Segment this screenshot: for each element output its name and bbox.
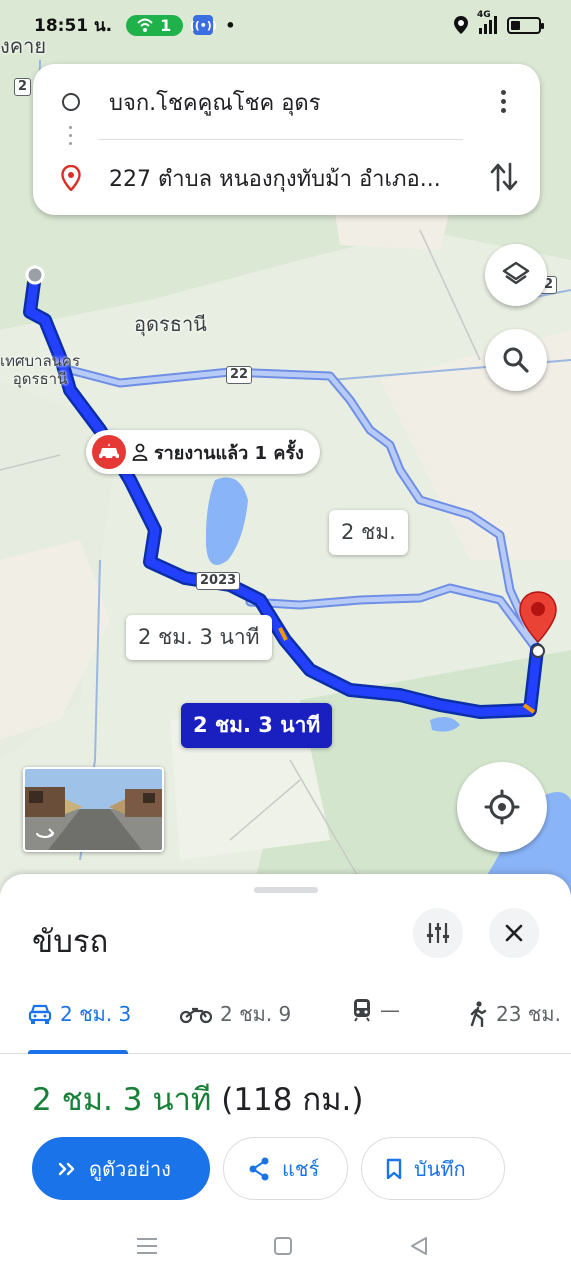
preview-button[interactable]: ดูตัวอย่าง	[32, 1137, 210, 1200]
origin-circle-icon	[62, 93, 80, 111]
active-tab-indicator	[28, 1050, 128, 1054]
close-button[interactable]	[489, 908, 539, 958]
road-shield-2023: 2023	[196, 572, 241, 590]
walking-icon	[470, 1001, 487, 1027]
swap-icon[interactable]	[488, 160, 520, 194]
hotspot-count: 1	[160, 15, 172, 35]
hotspot-icon	[137, 18, 153, 32]
train-icon	[354, 999, 370, 1022]
origin-field[interactable]: บจก.โชคคูณโชค อุดร	[109, 85, 469, 120]
signal-icon: 4G	[477, 10, 497, 34]
preview-button-label: ดูตัวอย่าง	[89, 1156, 171, 1181]
route-search-card: บจก.โชคคูณโชค อุดร 227 ตำบล หนองกุงทับม้…	[33, 64, 540, 215]
tab-drive[interactable]: 2 ชม. 3	[28, 998, 131, 1030]
destination-field[interactable]: 227 ตำบล หนองกุงทับม้า อำเภอ...	[109, 161, 469, 196]
route-actions: ดูตัวอย่าง แชร์ บันทึก	[32, 1137, 505, 1200]
close-icon	[505, 924, 523, 942]
double-chevron-icon	[58, 1162, 75, 1175]
more-options-icon[interactable]	[488, 86, 518, 116]
traffic-report-chip[interactable]: รายงานแล้ว 1 ครั้ง	[86, 430, 320, 474]
nfc-icon: ((•))	[190, 15, 217, 35]
route-card-divider	[99, 139, 463, 140]
share-button-label: แชร์	[282, 1156, 320, 1181]
layers-icon	[502, 261, 530, 285]
tab-drive-label: 2 ชม. 3	[60, 1002, 132, 1026]
map-label-udon-city: เทศบาลนคร อุดรธานี	[0, 352, 81, 388]
home-square-icon	[274, 1237, 292, 1255]
home-nav-button[interactable]	[271, 1234, 295, 1258]
menu-nav-button[interactable]	[135, 1234, 159, 1258]
network-type: 4G	[477, 10, 491, 20]
tab-walk-label: 23 ชม.	[496, 1002, 561, 1026]
my-location-button[interactable]	[457, 762, 547, 852]
travel-mode-tabs: 2 ชม. 3 2 ชม. 9 — 23 ชม.	[0, 984, 571, 1054]
back-nav-button[interactable]	[407, 1234, 431, 1258]
route-distance: (118 กม.)	[221, 1082, 364, 1118]
share-icon	[249, 1157, 269, 1180]
tab-transit-label: —	[380, 998, 400, 1022]
motorcycle-icon	[180, 1007, 212, 1024]
sheet-title: ขับรถ	[32, 924, 109, 960]
destination-pin-small-icon	[61, 165, 81, 191]
hotspot-badge: 1	[126, 14, 184, 36]
tab-transit[interactable]: —	[352, 998, 400, 1022]
notification-dot: •	[225, 15, 236, 35]
save-button[interactable]: บันทึก	[361, 1137, 505, 1200]
back-triangle-icon	[411, 1237, 427, 1255]
destination-row[interactable]: 227 ตำบล หนองกุงทับม้า อำเภอ...	[33, 148, 540, 208]
route-connector-dots	[69, 126, 73, 145]
route-callout-selected[interactable]: 2 ชม. 3 นาที	[181, 703, 333, 748]
origin-row[interactable]: บจก.โชคคูณโชค อุดร	[33, 72, 540, 132]
sheet-drag-handle[interactable]	[254, 887, 318, 893]
crosshair-icon	[484, 789, 520, 825]
search-icon	[503, 347, 529, 373]
layers-button[interactable]	[485, 244, 547, 306]
share-button[interactable]: แชร์	[223, 1137, 348, 1200]
search-along-route-button[interactable]	[485, 329, 547, 391]
map-label-udon: อุดรธานี	[134, 312, 207, 336]
report-chip-label: รายงานแล้ว 1 ครั้ง	[154, 442, 304, 464]
road-shield-22: 22	[226, 366, 253, 384]
route-callout-alt-south[interactable]: 2 ชม. 3 นาที	[126, 615, 272, 660]
route-callout-alt-north[interactable]: 2 ชม.	[329, 510, 408, 555]
save-button-label: บันทึก	[414, 1156, 466, 1181]
status-time: 18:51 น.	[34, 15, 113, 36]
location-icon	[454, 16, 468, 34]
menu-icon	[137, 1238, 157, 1254]
battery-icon	[507, 16, 544, 34]
road-shield-2: 2	[14, 78, 32, 96]
route-duration: 2 ชม. 3 นาที	[32, 1082, 212, 1118]
crash-warning-icon	[92, 435, 126, 469]
tune-icon	[427, 923, 449, 943]
tab-motorcycle[interactable]: 2 ชม. 9	[180, 998, 291, 1030]
destination-pin-icon[interactable]	[518, 590, 558, 660]
tab-motorcycle-label: 2 ชม. 9	[220, 1002, 292, 1026]
route-options-button[interactable]	[413, 908, 463, 958]
route-summary: 2 ชม. 3 นาที (118 กม.)	[32, 1074, 364, 1124]
tab-walk[interactable]: 23 ชม.	[468, 998, 561, 1030]
system-nav-bar	[0, 1210, 571, 1280]
status-bar: 18:51 น. 1 ((•)) • 4G	[0, 0, 571, 50]
person-icon	[132, 443, 148, 461]
bookmark-icon	[386, 1158, 402, 1179]
car-icon	[28, 1004, 52, 1024]
street-view-thumbnail[interactable]	[23, 767, 164, 852]
